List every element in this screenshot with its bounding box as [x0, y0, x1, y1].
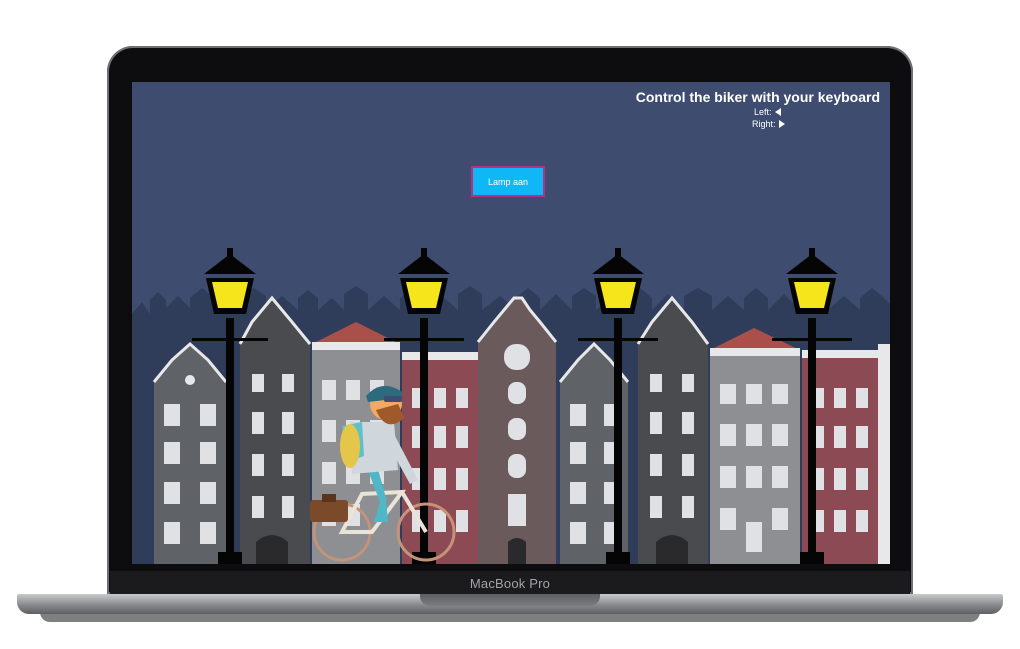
game-screen[interactable]: Control the biker with your keyboard Lef…: [132, 82, 890, 564]
right-arrow-icon: [778, 120, 785, 128]
right-control-label: Right:: [752, 119, 776, 129]
left-arrow-icon: [774, 108, 781, 116]
right-control-hint: Right:: [752, 119, 785, 130]
laptop-frame: Control the biker with your keyboard Lef…: [0, 0, 1020, 649]
street-scene: [132, 248, 890, 564]
device-brand-label: MacBook Pro: [469, 576, 551, 591]
instructions-title: Control the biker with your keyboard: [635, 89, 880, 105]
left-control-hint: Left:: [754, 107, 781, 118]
left-control-label: Left:: [754, 107, 772, 117]
keyboard-instructions: Control the biker with your keyboard: [620, 89, 880, 106]
lamp-toggle-button[interactable]: Lamp aan: [471, 166, 545, 197]
laptop-opening-notch: [420, 594, 600, 606]
